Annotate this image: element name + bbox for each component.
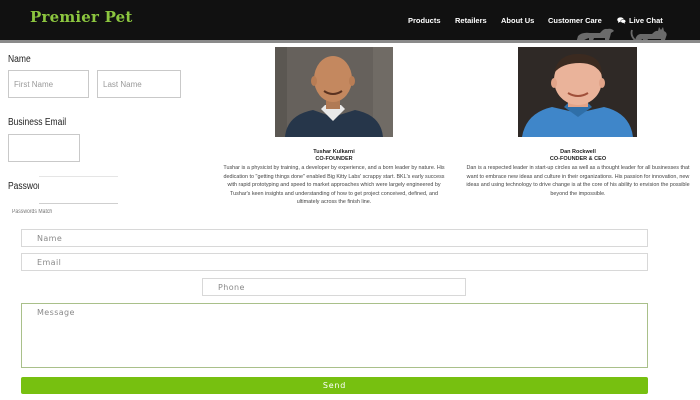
contact-name-input[interactable] [21, 229, 648, 247]
chat-bubbles-icon [617, 17, 626, 24]
business-email-label: Business Email [8, 117, 67, 128]
password-input[interactable] [39, 176, 118, 204]
contact-email-input[interactable] [21, 253, 648, 271]
nav-about-us[interactable]: About Us [501, 16, 534, 25]
last-name-input[interactable] [97, 70, 181, 98]
founder-name-tushar: Tushar Kulkarni [313, 149, 355, 155]
nav-retailers[interactable]: Retailers [455, 16, 487, 25]
contact-message-textarea[interactable] [21, 303, 648, 368]
first-name-input[interactable] [8, 70, 89, 98]
business-email-input[interactable] [8, 134, 80, 162]
founder-photo-tushar [275, 47, 393, 137]
header-underline [0, 40, 700, 43]
contact-phone-input[interactable] [202, 278, 466, 296]
founder-title-tushar: CO-FOUNDER [315, 156, 353, 162]
nav-products[interactable]: Products [408, 16, 441, 25]
founder-bio-tushar: Tushar is a physicist by training, a dev… [223, 165, 445, 206]
founder-bio-dan: Dan is a respected leader in start-up ci… [466, 165, 690, 197]
founder-name-dan: Dan Rockwell [560, 149, 596, 155]
name-label: Name [8, 54, 31, 65]
site-header: Premier Pet Products Retailers About Us … [0, 0, 700, 43]
founder-title-dan: CO-FOUNDER & CEO [549, 156, 607, 162]
founder-photo-dan [518, 47, 637, 137]
send-button[interactable]: Send [21, 377, 648, 394]
logo[interactable]: Premier Pet [30, 8, 133, 26]
password-hint: Passwords Match [12, 209, 53, 215]
